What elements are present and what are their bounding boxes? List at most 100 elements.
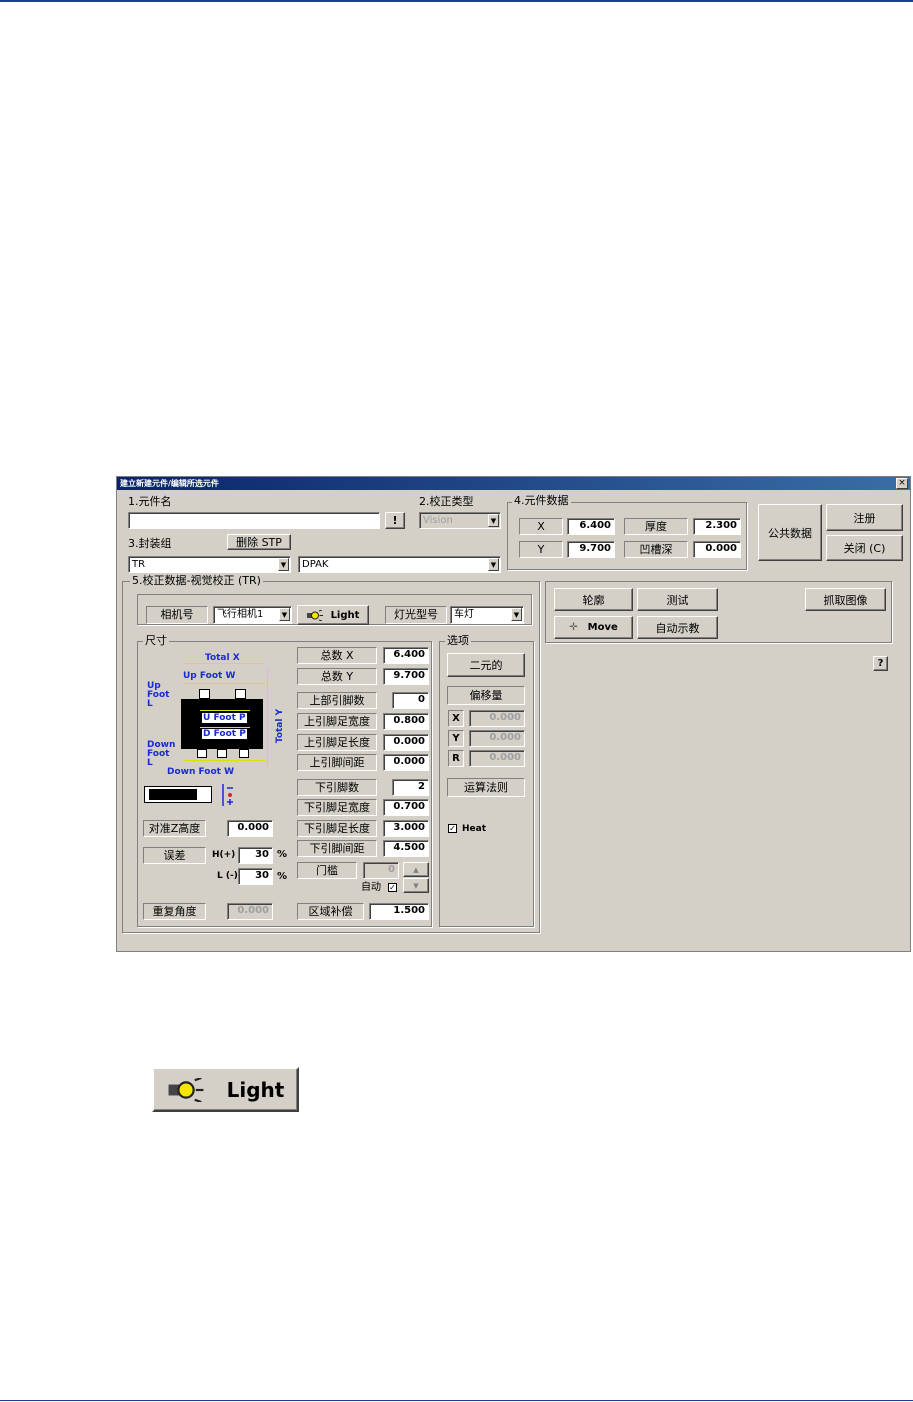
align-type-label: 2.校正类型 bbox=[419, 495, 474, 508]
h-plus-label: H(+) bbox=[212, 850, 236, 860]
down-foot-w-label: Down Foot W bbox=[167, 767, 235, 777]
threshold-up-button: ▲ bbox=[403, 862, 429, 877]
package-group-value: TR bbox=[132, 559, 146, 570]
public-data-button[interactable]: 公共数据 bbox=[758, 504, 822, 561]
camera-select[interactable]: 飞行相机1 ▼ bbox=[213, 606, 292, 624]
x-label: X bbox=[519, 518, 563, 535]
down-pitch-field[interactable]: 4.500 bbox=[383, 840, 429, 857]
package-body bbox=[181, 699, 263, 749]
binary-button[interactable]: 二元的 bbox=[447, 653, 525, 677]
light-zoom-label: Light bbox=[226, 1077, 285, 1102]
up-foot-w-label: Up Foot W bbox=[183, 671, 236, 681]
help-icon[interactable]: ? bbox=[873, 656, 888, 671]
light-button[interactable]: Light bbox=[297, 605, 369, 625]
name-check-button[interactable]: ! bbox=[385, 512, 405, 529]
package-group-select[interactable]: TR ▼ bbox=[128, 556, 291, 573]
up-pin-left bbox=[199, 689, 210, 699]
auto-teach-button[interactable]: 自动示教 bbox=[637, 616, 718, 639]
window-title: 建立新建元件/编辑所选元件 bbox=[120, 479, 219, 488]
u-foot-p-line bbox=[200, 710, 250, 711]
up-foot-w-dimension bbox=[183, 683, 265, 684]
l-minus-field[interactable]: 30 bbox=[238, 868, 273, 885]
up-pitch-field[interactable]: 0.000 bbox=[383, 754, 429, 771]
auto-label: 自动 bbox=[361, 882, 381, 893]
light-label: Light bbox=[330, 609, 360, 621]
lamp-type-label: 灯光型号 bbox=[385, 606, 447, 624]
test-button[interactable]: 测试 bbox=[637, 588, 718, 611]
title-bar: 建立新建元件/编辑所选元件 × bbox=[117, 477, 910, 490]
chevron-down-icon[interactable]: ▼ bbox=[279, 608, 290, 621]
repeat-angle-field: 0.000 bbox=[227, 903, 273, 920]
package-type-select[interactable]: DPAK ▼ bbox=[298, 556, 501, 573]
area-comp-label: 区域补偿 bbox=[297, 903, 364, 920]
align-type-select: Vision ▼ bbox=[419, 512, 501, 529]
component-editor-window: 建立新建元件/编辑所选元件 × 1.元件名 ! 2.校正类型 Vision ▼ … bbox=[116, 476, 911, 952]
capture-image-button[interactable]: 抓取图像 bbox=[805, 588, 886, 611]
total-y-field[interactable]: 9.700 bbox=[383, 668, 429, 685]
offset-y-label: Y bbox=[448, 730, 464, 747]
up-foot-length-label: 上引脚足长度 bbox=[297, 734, 377, 751]
lamp-type-select[interactable]: 车灯 ▼ bbox=[450, 606, 524, 624]
groove-depth-field[interactable]: 0.000 bbox=[693, 541, 741, 558]
up-foot-width-field[interactable]: 0.800 bbox=[383, 713, 429, 730]
h-percent: % bbox=[277, 849, 288, 860]
lightbulb-icon bbox=[168, 1077, 204, 1102]
component-name-label: 1.元件名 bbox=[128, 495, 172, 508]
down-pitch-label: 下引脚间距 bbox=[297, 840, 377, 857]
up-pin-count-field[interactable]: 0 bbox=[392, 692, 429, 709]
chevron-down-icon[interactable]: ▼ bbox=[278, 558, 289, 571]
down-foot-length-label: 下引脚足长度 bbox=[297, 820, 377, 837]
total-x-field[interactable]: 6.400 bbox=[383, 647, 429, 664]
thickness-field[interactable]: 2.300 bbox=[693, 518, 741, 535]
camera-value: 飞行相机1 bbox=[217, 609, 264, 620]
heat-label: Heat bbox=[462, 824, 487, 834]
align-data-label: 5.校正数据-视觉校正 (TR) bbox=[130, 574, 263, 587]
down-pin-count-label: 下引脚数 bbox=[297, 779, 377, 796]
heat-checkbox[interactable]: ✓ bbox=[448, 824, 457, 833]
light-button-zoom[interactable]: Light bbox=[152, 1067, 299, 1112]
move-label: Move bbox=[587, 622, 618, 633]
chevron-down-icon: ▼ bbox=[488, 514, 499, 527]
move-button[interactable]: ✛ Move bbox=[554, 616, 633, 639]
delete-stp-button[interactable]: 删除 STP bbox=[227, 534, 291, 550]
align-type-value: Vision bbox=[423, 515, 453, 526]
area-comp-field[interactable]: 1.500 bbox=[369, 903, 429, 920]
y-label: Y bbox=[519, 541, 563, 558]
register-button[interactable]: 注册 bbox=[826, 504, 903, 531]
offset-r-label: R bbox=[448, 750, 464, 767]
total-y-field-label: 总数 Y bbox=[297, 668, 377, 685]
up-foot-length-field[interactable]: 0.000 bbox=[383, 734, 429, 751]
x-field[interactable]: 6.400 bbox=[567, 518, 615, 535]
move-icon: ✛ bbox=[569, 622, 578, 633]
threshold-field: 0 bbox=[363, 862, 399, 879]
repeat-angle-label: 重复角度 bbox=[143, 903, 206, 920]
chevron-down-icon[interactable]: ▼ bbox=[511, 608, 522, 621]
h-plus-field[interactable]: 30 bbox=[238, 847, 273, 864]
z-axis-icon bbox=[222, 784, 233, 806]
offset-y-field: 0.000 bbox=[469, 730, 525, 747]
contour-button[interactable]: 轮廓 bbox=[554, 588, 633, 611]
down-foot-l-label: Down Foot L bbox=[147, 740, 176, 768]
down-pin-2 bbox=[217, 749, 227, 758]
close-button[interactable]: 关闭 (C) bbox=[826, 535, 903, 561]
down-foot-width-label: 下引脚足宽度 bbox=[297, 799, 377, 816]
close-icon[interactable]: × bbox=[896, 478, 908, 489]
up-foot-l-label: Up Foot L bbox=[147, 681, 170, 709]
y-field[interactable]: 9.700 bbox=[567, 541, 615, 558]
align-z-field[interactable]: 0.000 bbox=[227, 820, 273, 837]
groove-depth-label: 凹槽深 bbox=[624, 541, 688, 558]
down-foot-width-field[interactable]: 0.700 bbox=[383, 799, 429, 816]
down-foot-length-field[interactable]: 3.000 bbox=[383, 820, 429, 837]
z-indicator-bar bbox=[144, 786, 212, 803]
total-x-label: Total X bbox=[205, 653, 240, 663]
options-label: 选项 bbox=[445, 634, 471, 647]
component-name-input[interactable] bbox=[128, 512, 380, 529]
total-y-label: Total Y bbox=[275, 708, 286, 744]
align-z-label: 对准Z高度 bbox=[143, 820, 206, 837]
u-foot-p-label: U Foot P bbox=[202, 713, 247, 723]
page-header-rule bbox=[0, 0, 913, 2]
up-pin-right bbox=[235, 689, 246, 699]
down-pin-count-field[interactable]: 2 bbox=[392, 779, 429, 796]
auto-checkbox[interactable]: ✓ bbox=[388, 883, 397, 892]
chevron-down-icon[interactable]: ▼ bbox=[488, 558, 499, 571]
